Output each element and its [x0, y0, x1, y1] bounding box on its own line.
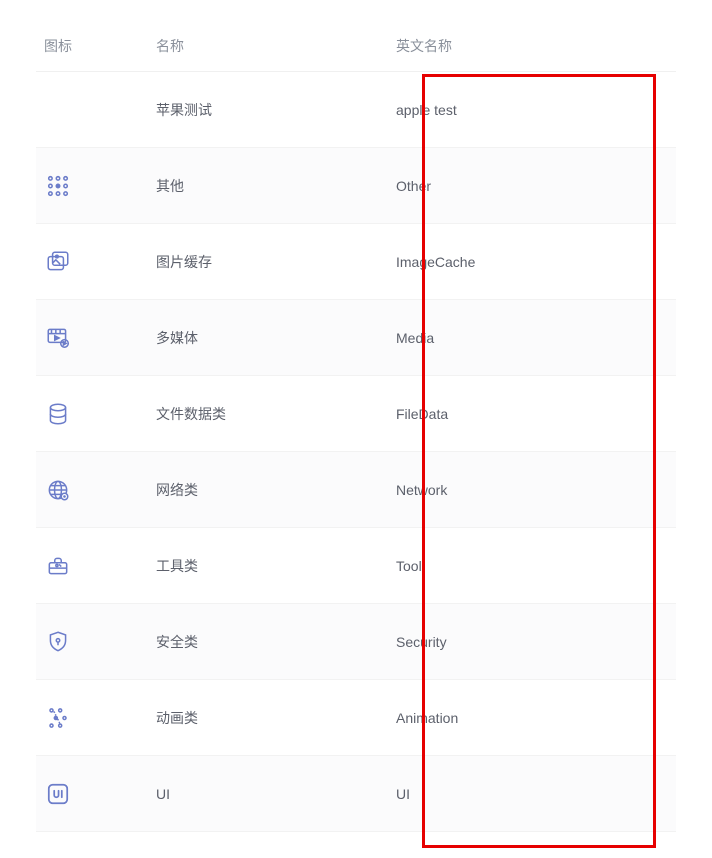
- cell-name: 工具类: [156, 556, 396, 576]
- header-english: 英文名称: [396, 36, 676, 56]
- globe-icon: [44, 476, 72, 504]
- table-row[interactable]: 安全类Security: [36, 604, 676, 680]
- shield-icon: [44, 628, 72, 656]
- cell-english: UI: [396, 786, 676, 802]
- image-icon: [44, 248, 72, 276]
- cell-english: Media: [396, 330, 676, 346]
- grid-icon: [44, 172, 72, 200]
- cell-name: 多媒体: [156, 328, 396, 348]
- cell-icon: [36, 172, 156, 200]
- animation-icon: [44, 704, 72, 732]
- cell-icon: [36, 248, 156, 276]
- cell-icon: [36, 704, 156, 732]
- table-row[interactable]: 网络类Network: [36, 452, 676, 528]
- cell-name: 网络类: [156, 480, 396, 500]
- cell-name: 其他: [156, 176, 396, 196]
- cell-icon: [36, 552, 156, 580]
- cell-english: Network: [396, 482, 676, 498]
- cell-icon: [36, 780, 156, 808]
- cell-icon: [36, 628, 156, 656]
- database-icon: [44, 400, 72, 428]
- header-icon: 图标: [36, 36, 156, 56]
- cell-name: 安全类: [156, 632, 396, 652]
- table-row[interactable]: 多媒体Media: [36, 300, 676, 376]
- table-row[interactable]: 工具类Tool: [36, 528, 676, 604]
- cell-icon: [36, 476, 156, 504]
- cell-english: Other: [396, 178, 676, 194]
- cell-english: apple test: [396, 102, 676, 118]
- cell-icon: [36, 400, 156, 428]
- cell-name: 图片缓存: [156, 252, 396, 272]
- media-icon: [44, 324, 72, 352]
- cell-name: UI: [156, 786, 396, 802]
- cell-english: FileData: [396, 406, 676, 422]
- cell-name: 苹果测试: [156, 100, 396, 120]
- table-row[interactable]: 文件数据类FileData: [36, 376, 676, 452]
- header-name: 名称: [156, 36, 396, 56]
- cell-english: Security: [396, 634, 676, 650]
- table-row[interactable]: 其他Other: [36, 148, 676, 224]
- toolbox-icon: [44, 552, 72, 580]
- table-row[interactable]: 苹果测试apple test: [36, 72, 676, 148]
- table-row[interactable]: 动画类Animation: [36, 680, 676, 756]
- table-row[interactable]: 图片缓存ImageCache: [36, 224, 676, 300]
- category-table: 图标 名称 英文名称 苹果测试apple test其他Other图片缓存Imag…: [36, 20, 676, 832]
- cell-english: ImageCache: [396, 254, 676, 270]
- cell-name: 文件数据类: [156, 404, 396, 424]
- ui-icon: [44, 780, 72, 808]
- table-row[interactable]: UIUI: [36, 756, 676, 832]
- cell-name: 动画类: [156, 708, 396, 728]
- cell-icon: [36, 324, 156, 352]
- cell-english: Tool: [396, 558, 676, 574]
- cell-english: Animation: [396, 710, 676, 726]
- table-header: 图标 名称 英文名称: [36, 20, 676, 72]
